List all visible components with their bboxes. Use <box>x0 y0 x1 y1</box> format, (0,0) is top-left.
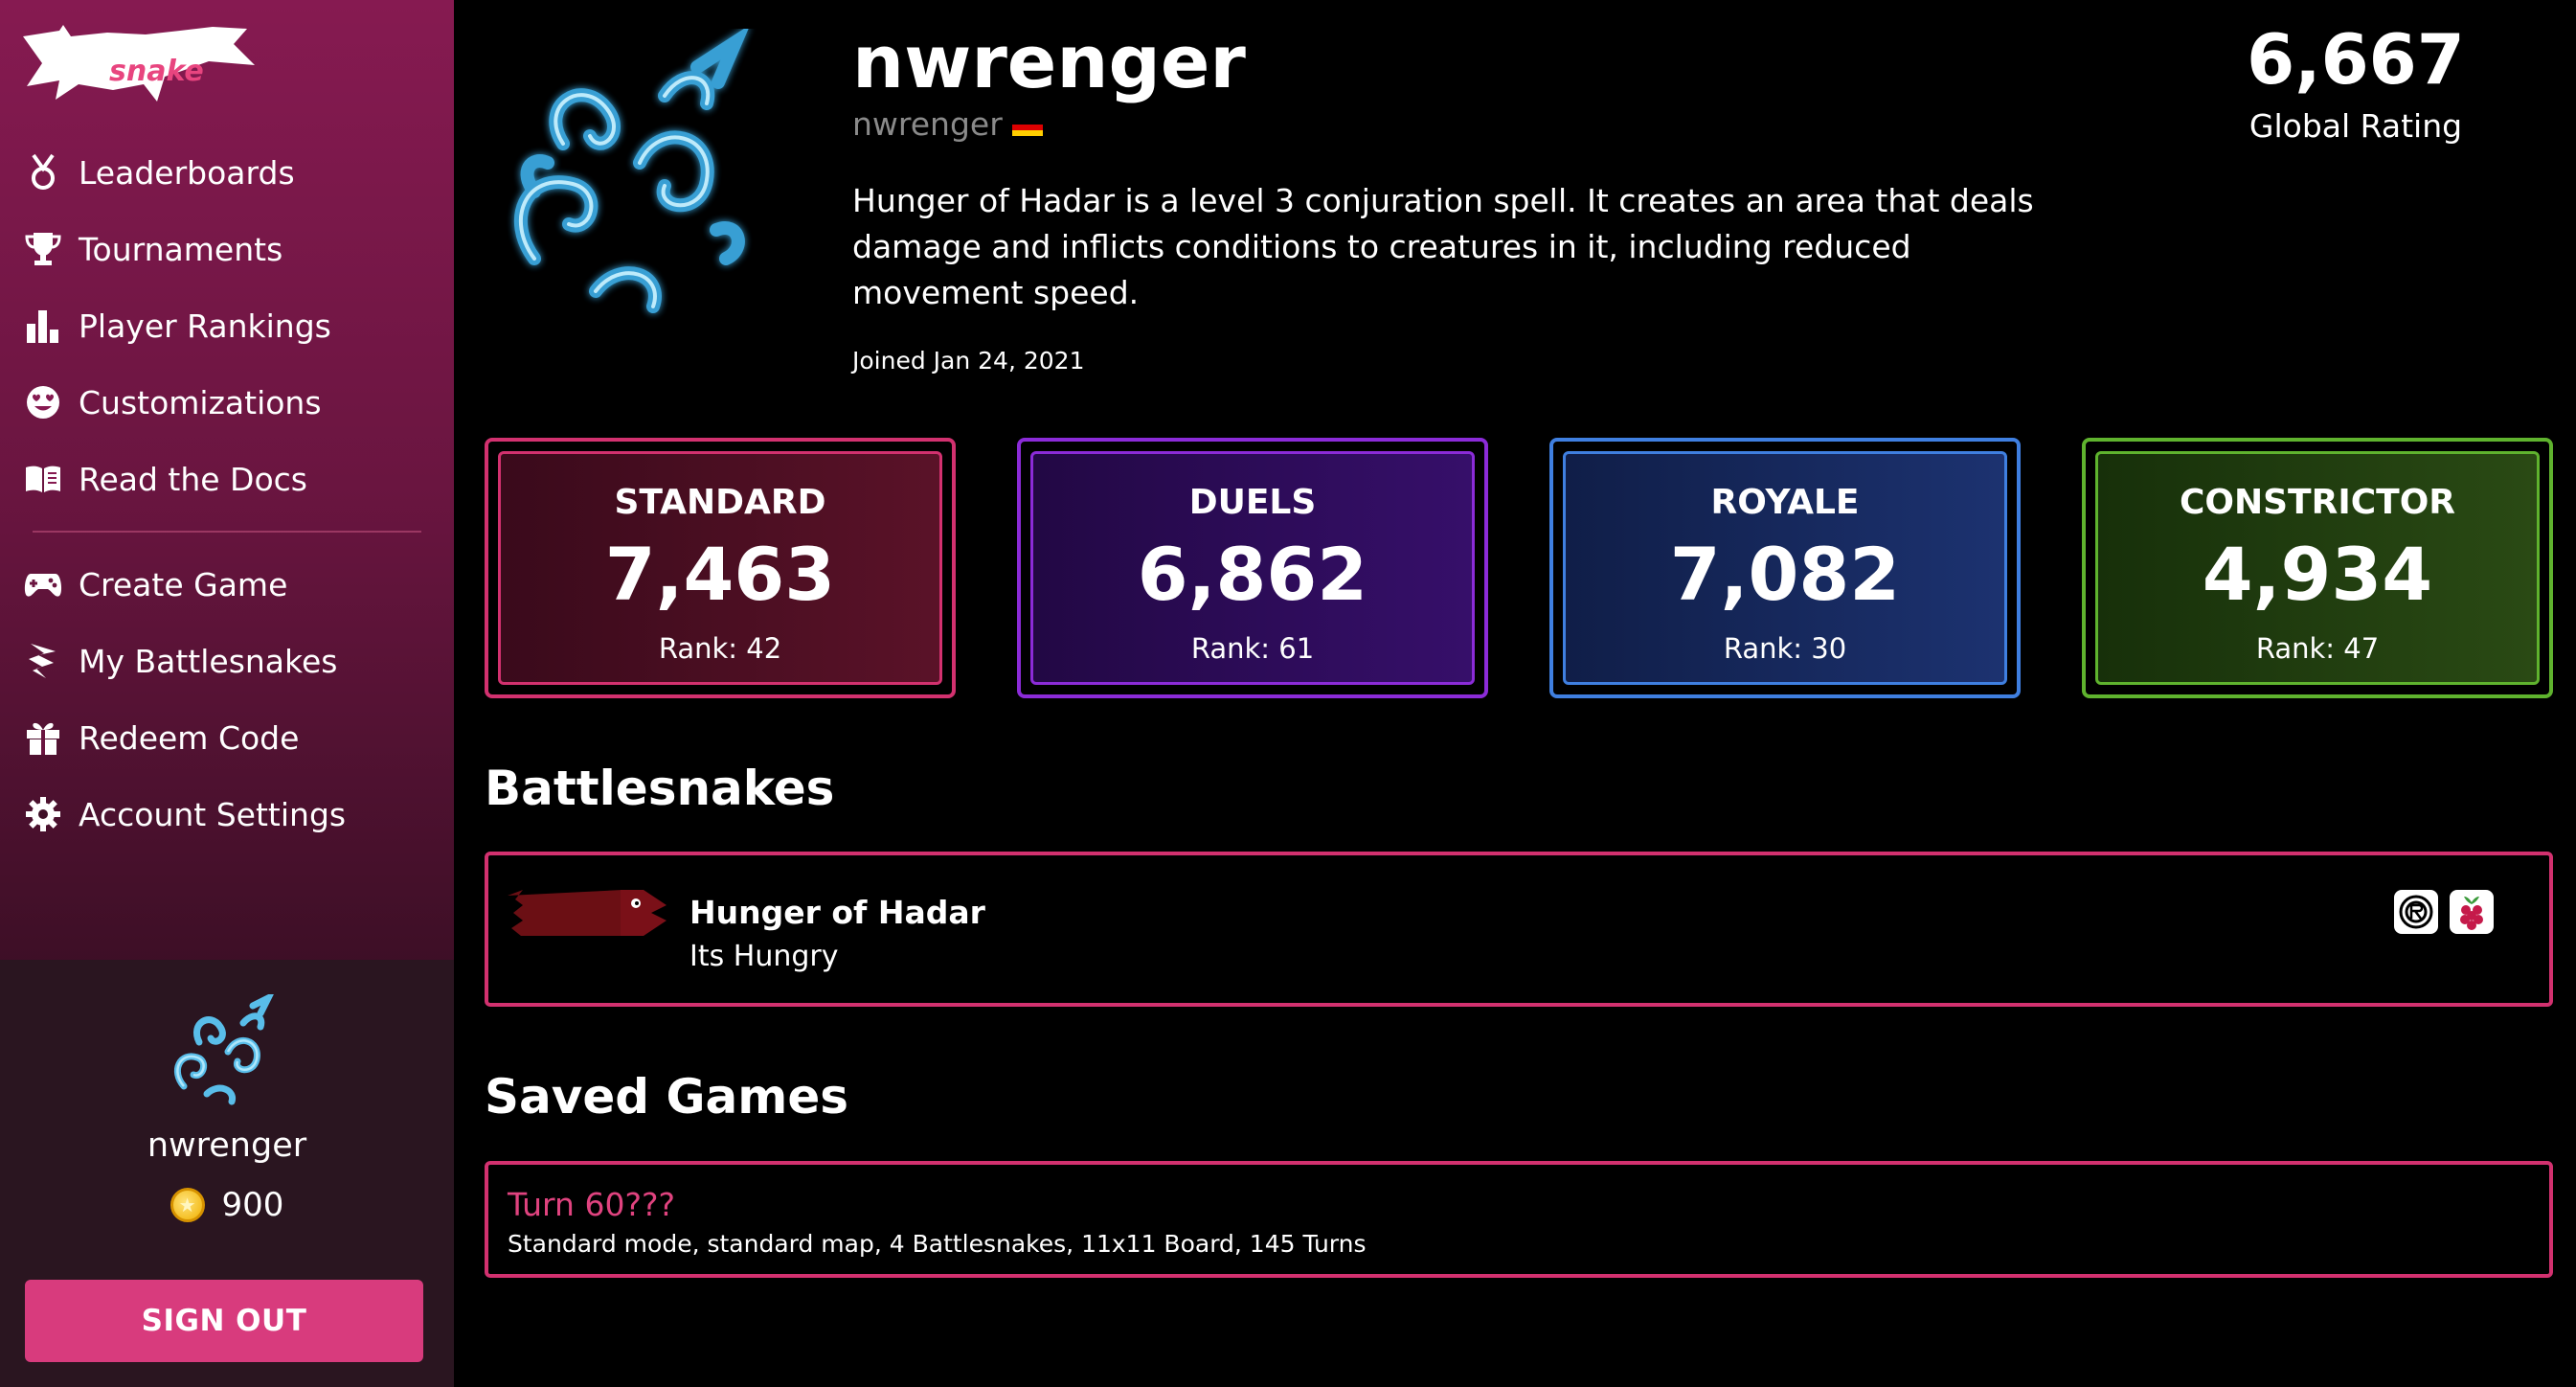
stat-value: 7,082 <box>1669 532 1901 617</box>
snake-icon <box>23 641 63 681</box>
stat-card-inner: CONSTRICTOR 4,934 Rank: 47 <box>2095 451 2540 685</box>
sidebar-item-label: Read the Docs <box>79 460 307 498</box>
stat-rank: Rank: 47 <box>2255 632 2380 665</box>
gamepad-icon <box>23 564 63 604</box>
stat-card-inner: DUELS 6,862 Rank: 61 <box>1030 451 1475 685</box>
saved-game-description: Standard mode, standard map, 4 Battlesna… <box>508 1230 1367 1258</box>
user-panel: nwrenger ★ 900 SIGN OUT <box>0 960 454 1387</box>
sign-out-button[interactable]: SIGN OUT <box>25 1280 423 1362</box>
sidebar-item-read-the-docs[interactable]: Read the Docs <box>0 441 454 517</box>
bar-chart-icon <box>23 306 63 346</box>
stat-card-royale: ROYALE 7,082 Rank: 30 <box>1549 438 2021 698</box>
stat-mode: ROYALE <box>1710 483 1860 522</box>
stat-mode: DUELS <box>1188 483 1317 522</box>
nav-divider <box>33 531 421 533</box>
gift-icon <box>23 717 63 758</box>
sidebar: snake Leaderboards Tournaments Player Ra… <box>0 0 454 1387</box>
sidebar-item-label: Account Settings <box>79 795 347 833</box>
saved-game-card[interactable]: Turn 60??? Standard mode, standard map, … <box>485 1161 2553 1278</box>
battlesnake-logo[interactable]: snake <box>21 23 257 107</box>
global-rating-value: 6,667 <box>2247 19 2465 100</box>
raspberry-pi-icon <box>2450 890 2494 934</box>
app-root: snake Leaderboards Tournaments Player Ra… <box>0 0 2576 1387</box>
germany-flag-icon <box>1011 118 1043 136</box>
user-avatar[interactable] <box>161 990 283 1117</box>
stat-mode: CONSTRICTOR <box>2179 483 2456 522</box>
sidebar-item-create-game[interactable]: Create Game <box>0 546 454 623</box>
sidebar-item-label: Player Rankings <box>79 307 331 345</box>
sidebar-item-label: Tournaments <box>79 230 283 268</box>
stat-rank: Rank: 30 <box>1723 632 1847 665</box>
trophy-icon <box>23 229 63 269</box>
sidebar-item-label: Redeem Code <box>79 718 300 757</box>
stat-card-constrictor: CONSTRICTOR 4,934 Rank: 47 <box>2082 438 2553 698</box>
sidebar-nav: Leaderboards Tournaments Player Rankings… <box>0 134 454 853</box>
saved-game-title-link[interactable]: Turn 60??? <box>508 1186 675 1223</box>
handle-text: nwrenger <box>852 105 1003 143</box>
stat-value: 7,463 <box>604 532 836 617</box>
global-rating-label: Global Rating <box>2248 107 2463 145</box>
global-rating: 6,667 Global Rating <box>2203 19 2509 145</box>
stat-card-inner: STANDARD 7,463 Rank: 42 <box>498 451 942 685</box>
sidebar-item-player-rankings[interactable]: Player Rankings <box>0 287 454 364</box>
battlesnake-card[interactable]: Hunger of Hadar Its Hungry <box>485 852 2553 1007</box>
sidebar-item-account-settings[interactable]: Account Settings <box>0 776 454 853</box>
user-name: nwrenger <box>147 1126 307 1165</box>
stat-mode: STANDARD <box>614 483 826 522</box>
stat-rank: Rank: 61 <box>1190 632 1315 665</box>
coin-count: 900 <box>221 1186 284 1224</box>
battlesnake-description: Its Hungry <box>689 940 839 973</box>
saved-games-heading: Saved Games <box>485 1069 849 1125</box>
sidebar-item-label: Leaderboards <box>79 153 295 192</box>
profile-name: nwrenger <box>852 19 1246 104</box>
sidebar-item-label: Create Game <box>79 565 288 603</box>
sidebar-item-label: Customizations <box>79 383 322 421</box>
stat-card-duels: DUELS 6,862 Rank: 61 <box>1017 438 1488 698</box>
stat-card-inner: ROYALE 7,082 Rank: 30 <box>1563 451 2007 685</box>
coin-balance: ★ 900 <box>0 1186 454 1224</box>
rust-icon <box>2394 890 2438 934</box>
sidebar-item-leaderboards[interactable]: Leaderboards <box>0 134 454 211</box>
stat-value: 6,862 <box>1137 532 1368 617</box>
coin-icon: ★ <box>169 1188 205 1222</box>
profile-bio: Hunger of Hadar is a level 3 conjuration… <box>852 182 2034 311</box>
gear-icon <box>23 794 63 834</box>
sidebar-item-redeem-code[interactable]: Redeem Code <box>0 699 454 776</box>
sidebar-item-customizations[interactable]: Customizations <box>0 364 454 441</box>
stat-value: 4,934 <box>2202 532 2433 617</box>
sidebar-item-my-battlesnakes[interactable]: My Battlesnakes <box>0 623 454 699</box>
joined-date: Joined Jan 24, 2021 <box>852 347 1085 375</box>
svg-text:snake: snake <box>109 55 204 88</box>
battlesnake-name[interactable]: Hunger of Hadar <box>689 894 985 931</box>
battlesnakes-heading: Battlesnakes <box>485 761 835 816</box>
medal-icon <box>23 152 63 193</box>
sidebar-item-tournaments[interactable]: Tournaments <box>0 211 454 287</box>
profile-handle: nwrenger <box>852 105 1043 143</box>
sidebar-item-label: My Battlesnakes <box>79 642 338 680</box>
stat-rank: Rank: 42 <box>658 632 782 665</box>
profile-avatar <box>496 24 783 326</box>
stat-card-standard: STANDARD 7,463 Rank: 42 <box>485 438 956 698</box>
heart-eyes-icon <box>23 382 63 422</box>
book-icon <box>23 459 63 499</box>
snake-preview-icon <box>508 886 667 940</box>
